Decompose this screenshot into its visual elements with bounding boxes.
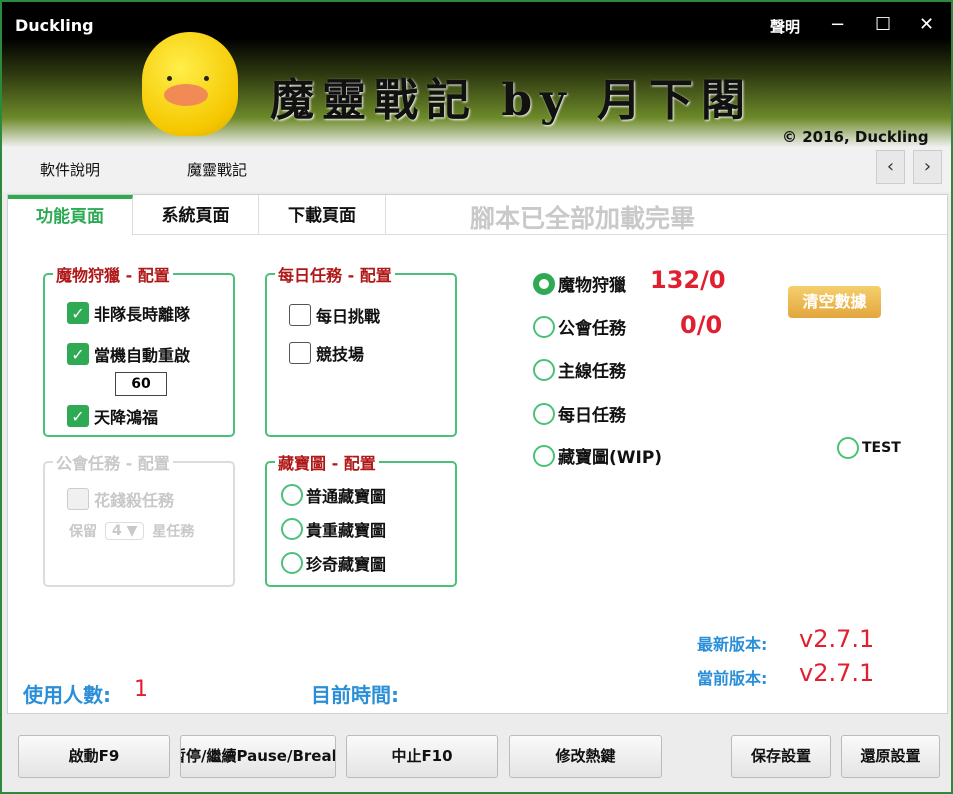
- tab-function[interactable]: 功能頁面: [8, 195, 133, 235]
- check-icon: ✓: [67, 405, 89, 427]
- monster-count: 132/0: [650, 266, 726, 294]
- mode-monster[interactable]: 魔物狩獵: [533, 271, 626, 296]
- restart-interval-input[interactable]: 60: [115, 372, 167, 396]
- mode-daily[interactable]: 每日任務: [533, 401, 626, 426]
- banner-title: 魔靈戰記 by 月下閣: [270, 75, 753, 126]
- radio-normal-map[interactable]: 普通藏寶圖: [281, 483, 386, 507]
- checkbox-spend-kill[interactable]: 花錢殺任務: [67, 487, 174, 511]
- menu-game[interactable]: 魔靈戰記: [187, 159, 247, 180]
- save-settings-button[interactable]: 保存設置: [731, 735, 831, 778]
- group-title: 每日任務 - 配置: [275, 262, 395, 286]
- pause-button[interactable]: 暫停/繼續Pause/Break: [180, 735, 336, 778]
- prev-button[interactable]: ‹: [876, 150, 905, 184]
- minimize-button[interactable]: −: [830, 14, 845, 35]
- mode-test[interactable]: TEST: [837, 437, 901, 459]
- keep-star-row: 保留 4 ▼ 星任務: [69, 522, 195, 540]
- current-version: v2.7.1: [799, 659, 875, 687]
- clear-data-button[interactable]: 清空數據: [788, 286, 881, 318]
- checkbox-arena[interactable]: 競技場: [289, 341, 364, 365]
- main-panel: 功能頁面 系統頁面 下載頁面 腳本已全部加載完畢 魔物狩獵 - 配置 ✓ 非隊長時…: [7, 194, 948, 714]
- mode-guild[interactable]: 公會任務: [533, 314, 626, 339]
- restore-settings-button[interactable]: 還原設置: [841, 735, 940, 778]
- checkbox-daily-challenge[interactable]: 每日挑戰: [289, 303, 380, 327]
- stop-button[interactable]: 中止F10: [346, 735, 498, 778]
- status-text: 腳本已全部加載完畢: [470, 204, 696, 233]
- check-icon: ✓: [67, 343, 89, 365]
- monster-config-group: 魔物狩獵 - 配置 ✓ 非隊長時離隊 ✓ 當機自動重啟 60 ✓ 天降鴻福: [43, 262, 235, 437]
- latest-version-label: 最新版本:: [697, 635, 768, 654]
- group-title: 公會任務 - 配置: [53, 450, 173, 474]
- current-version-label: 當前版本:: [697, 669, 768, 688]
- next-button[interactable]: ›: [913, 150, 942, 184]
- guild-count: 0/0: [680, 311, 723, 339]
- latest-version: v2.7.1: [799, 625, 875, 653]
- radio-valuable-map[interactable]: 貴重藏寶圖: [281, 517, 386, 541]
- menu-help[interactable]: 軟件說明: [40, 159, 100, 180]
- daily-config-group: 每日任務 - 配置 每日挑戰 競技場: [265, 262, 457, 437]
- header-banner: Duckling 聲明 − ☐ ✕ 魔靈戰記 by 月下閣 © 2016, Du…: [2, 2, 951, 147]
- mode-treasure[interactable]: 藏寶圖(WIP): [533, 443, 662, 468]
- user-count-label: 使用人數:: [23, 683, 111, 707]
- mode-main-quest[interactable]: 主線任務: [533, 357, 626, 382]
- star-select[interactable]: 4 ▼: [105, 522, 145, 540]
- treasure-config-group: 藏寶圖 - 配置 普通藏寶圖 貴重藏寶圖 珍奇藏寶圖: [265, 450, 457, 587]
- check-icon: ✓: [67, 302, 89, 324]
- group-title: 藏寶圖 - 配置: [275, 450, 379, 474]
- tab-system[interactable]: 系統頁面: [133, 195, 259, 235]
- close-button[interactable]: ✕: [919, 14, 934, 35]
- checkbox-leave-team[interactable]: ✓ 非隊長時離隊: [67, 301, 190, 325]
- duck-logo-icon: [142, 32, 238, 136]
- start-button[interactable]: 啟動F9: [18, 735, 170, 778]
- about-link[interactable]: 聲明: [770, 16, 800, 37]
- app-title: Duckling: [15, 16, 94, 35]
- app-window: Duckling 聲明 − ☐ ✕ 魔靈戰記 by 月下閣 © 2016, Du…: [0, 0, 953, 794]
- user-count: 1: [134, 677, 148, 702]
- checkbox-blessing[interactable]: ✓ 天降鴻福: [67, 404, 158, 428]
- menu-bar: 軟件說明 魔靈戰記 ‹ ›: [2, 147, 951, 192]
- radio-rare-map[interactable]: 珍奇藏寶圖: [281, 551, 386, 575]
- guild-config-group: 公會任務 - 配置 花錢殺任務 保留 4 ▼ 星任務: [43, 450, 235, 587]
- tab-download[interactable]: 下載頁面: [259, 195, 386, 235]
- maximize-button[interactable]: ☐: [875, 14, 891, 35]
- hotkey-button[interactable]: 修改熱鍵: [509, 735, 662, 778]
- copyright: © 2016, Duckling: [782, 128, 929, 146]
- current-time-label: 目前時間:: [311, 683, 399, 707]
- checkbox-auto-restart[interactable]: ✓ 當機自動重啟: [67, 342, 190, 366]
- group-title: 魔物狩獵 - 配置: [53, 262, 173, 286]
